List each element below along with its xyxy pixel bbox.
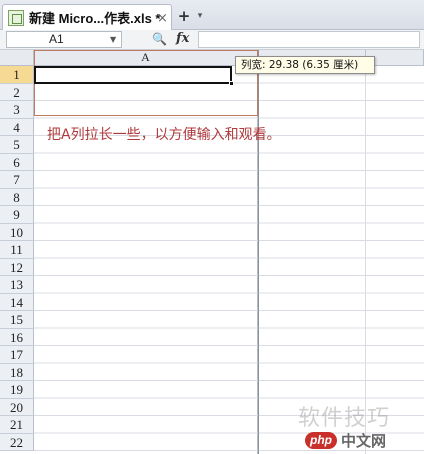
selected-cell-a1[interactable] (34, 66, 232, 84)
row-headers: 1 2 3 4 5 6 7 8 9 10 11 12 13 14 15 16 17 18 19 20 21 22 (0, 66, 34, 451)
row-header[interactable]: 13 (0, 276, 34, 294)
row-header[interactable]: 7 (0, 171, 34, 189)
instruction-annotation: 把A列拉长一些，以方便输入和观看。 (47, 127, 281, 143)
name-box-dropdown-icon[interactable]: ▼ (110, 35, 116, 44)
insert-function-icon[interactable]: fx (176, 31, 189, 46)
fill-handle[interactable] (229, 81, 234, 86)
row-header[interactable]: 9 (0, 206, 34, 224)
row-header[interactable]: 4 (0, 118, 34, 136)
new-tab-button[interactable]: + ▾ (174, 6, 206, 26)
column-header-a[interactable]: A (34, 50, 258, 66)
close-icon[interactable]: × (157, 11, 168, 26)
php-badge: php (305, 431, 337, 449)
row-header[interactable]: 12 (0, 258, 34, 276)
row-header[interactable]: 8 (0, 188, 34, 206)
select-all-corner[interactable] (0, 50, 34, 66)
zoom-icon[interactable]: 🔍 (152, 32, 167, 46)
row-header[interactable]: 21 (0, 416, 34, 434)
row-header[interactable]: 10 (0, 223, 34, 241)
row-header[interactable]: 18 (0, 363, 34, 381)
row-header[interactable]: 19 (0, 381, 34, 399)
watermark-site: 中文网 (341, 431, 387, 450)
column-resize-guide[interactable] (258, 50, 259, 454)
formula-bar: A1 ▼ 🔍 fx (0, 30, 424, 50)
row-header[interactable]: 14 (0, 293, 34, 311)
document-tab-title: 新建 Micro...作表.xls * (29, 11, 161, 26)
column-width-tooltip: 列宽: 29.38 (6.35 厘米) (235, 56, 375, 74)
spreadsheet-file-icon (8, 9, 24, 26)
watermark-text: 软件技巧 (298, 406, 391, 431)
document-tab[interactable]: 新建 Micro...作表.xls * × (2, 4, 172, 30)
row-header[interactable]: 1 (0, 66, 34, 84)
row-header[interactable]: 20 (0, 398, 34, 416)
row-header[interactable]: 17 (0, 346, 34, 364)
row-header[interactable]: 22 (0, 433, 34, 451)
row-header[interactable]: 16 (0, 328, 34, 346)
name-box[interactable]: A1 (6, 31, 122, 48)
watermark-logo: php 中文网 (305, 430, 409, 450)
row-header[interactable]: 3 (0, 101, 34, 119)
row-header[interactable]: 6 (0, 153, 34, 171)
row-header[interactable]: 11 (0, 241, 34, 259)
chevron-down-icon[interactable]: ▾ (198, 11, 203, 21)
tab-bar: 新建 Micro...作表.xls * × + ▾ (0, 0, 424, 30)
row-header[interactable]: 15 (0, 311, 34, 329)
formula-input[interactable] (198, 31, 420, 48)
plus-icon[interactable]: + (178, 7, 191, 25)
row-header[interactable]: 5 (0, 136, 34, 154)
row-header[interactable]: 2 (0, 83, 34, 101)
